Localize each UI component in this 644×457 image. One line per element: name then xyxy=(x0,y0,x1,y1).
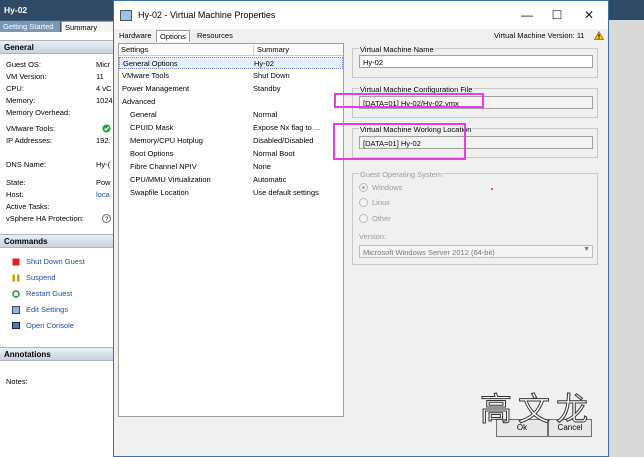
tab-resources[interactable]: Resources xyxy=(194,30,236,42)
row-guest-os: Guest OS: Micr xyxy=(6,60,111,69)
highlight-dot xyxy=(491,188,493,190)
list-item[interactable]: Boot Options Normal Boot xyxy=(119,148,343,160)
radio-windows-label: Windows xyxy=(372,183,403,192)
chevron-down-icon: ▼ xyxy=(583,246,590,253)
tab-summary[interactable]: Summary xyxy=(61,21,114,32)
row-vm-version: VM Version: 11 xyxy=(6,72,104,81)
radio-other[interactable] xyxy=(359,214,368,223)
host-link[interactable]: loca xyxy=(96,190,110,199)
row-ha-protection: vSphere HA Protection: ? xyxy=(6,214,111,223)
edit-settings-icon xyxy=(12,306,20,314)
highlight-box-config xyxy=(334,93,484,108)
list-header: Settings Summary xyxy=(119,44,343,56)
cmd-suspend[interactable]: Suspend xyxy=(12,273,112,285)
row-vmware-tools: VMware Tools: xyxy=(6,124,111,133)
close-button[interactable]: ✕ xyxy=(574,4,604,26)
list-item[interactable]: Swapfile Location Use default settings xyxy=(119,187,343,199)
radio-windows[interactable] xyxy=(359,183,368,192)
notes-label: Notes: xyxy=(6,377,28,386)
stop-icon xyxy=(12,258,20,266)
row-ip-addresses: IP Addresses: 192. xyxy=(6,136,111,145)
list-item[interactable]: Power Management Standby xyxy=(119,83,343,95)
vm-title: Hy-02 xyxy=(4,5,28,15)
dialog-title: Hy-02 - Virtual Machine Properties xyxy=(138,10,276,20)
row-cpu: CPU: 4 vC xyxy=(6,84,112,93)
console-icon xyxy=(12,322,20,329)
tab-getting-started[interactable]: Getting Started xyxy=(0,21,60,32)
cmd-open-console[interactable]: Open Console xyxy=(12,321,112,333)
list-item[interactable]: CPUID Mask Expose Nx flag to ... xyxy=(119,122,343,134)
row-dns-name: DNS Name: Hy-( xyxy=(6,160,111,169)
list-item[interactable]: General Normal xyxy=(119,109,343,121)
summary-panel: General Guest OS: Micr VM Version: 11 CPU:… xyxy=(0,32,114,457)
version-select[interactable]: Microsoft Windows Server 2012 (64-bit) ▼ xyxy=(359,245,593,258)
list-item[interactable]: Memory/CPU Hotplug Disabled/Disabled xyxy=(119,135,343,147)
row-state: State: Pow xyxy=(6,178,111,187)
warning-icon xyxy=(594,31,604,40)
cmd-shut-down-guest[interactable]: Shut Down Guest xyxy=(12,257,112,269)
radio-other-label: Other xyxy=(372,214,391,223)
maximize-button[interactable]: ☐ xyxy=(542,4,572,26)
general-header: General xyxy=(0,40,113,54)
highlight-box-working xyxy=(333,123,466,160)
vm-tab-strip: Getting Started Summary xyxy=(0,20,114,32)
minimize-button[interactable]: — xyxy=(512,4,542,26)
list-item[interactable]: General Options Hy-02 xyxy=(119,57,343,69)
list-item[interactable]: Fibre Channel NPIV None xyxy=(119,161,343,173)
cmd-restart-guest[interactable]: Restart Guest xyxy=(12,289,112,301)
guest-os-label: Guest Operating System xyxy=(359,170,444,179)
cmd-edit-settings[interactable]: Edit Settings xyxy=(12,305,112,317)
settings-list: Settings Summary General Options Hy-02 VM… xyxy=(118,43,344,417)
radio-linux-label: Linux xyxy=(372,198,390,207)
restart-icon xyxy=(12,290,20,298)
row-host: Host: loca xyxy=(6,190,110,199)
list-item[interactable]: VMware Tools Shut Down xyxy=(119,70,343,82)
list-item[interactable]: CPU/MMU Virtualization Automatic xyxy=(119,174,343,186)
vm-icon xyxy=(120,10,132,21)
vm-name-input[interactable]: Hy-02 xyxy=(359,55,593,68)
commands-header: Commands xyxy=(0,234,113,248)
list-item[interactable]: Advanced xyxy=(119,96,343,108)
row-memory-overhead: Memory Overhead: xyxy=(6,108,71,117)
version-label: Version: xyxy=(359,232,387,241)
vm-version-label: Virtual Machine Version: 11 xyxy=(494,31,585,40)
guest-os-group: Guest Operating System Windows Linux Oth… xyxy=(352,170,598,265)
watermark: 高文龙 xyxy=(479,390,595,429)
col-summary[interactable]: Summary xyxy=(253,45,289,55)
vm-name-group: Virtual Machine Name Hy-02 xyxy=(352,45,598,78)
radio-linux[interactable] xyxy=(359,198,368,207)
tab-hardware[interactable]: Hardware xyxy=(116,30,155,42)
col-settings[interactable]: Settings xyxy=(121,45,148,54)
row-active-tasks: Active Tasks: xyxy=(6,202,50,211)
annotations-header: Annotations xyxy=(0,347,113,361)
help-icon[interactable]: ? xyxy=(102,214,111,223)
pause-icon xyxy=(12,274,20,282)
row-memory: Memory: 1024 xyxy=(6,96,113,105)
ok-check-icon xyxy=(102,124,111,133)
tab-options[interactable]: Options xyxy=(156,30,190,42)
dialog-title-bar[interactable]: Hy-02 - Virtual Machine Properties — ☐ ✕ xyxy=(114,1,608,29)
vm-name-label: Virtual Machine Name xyxy=(359,45,435,54)
